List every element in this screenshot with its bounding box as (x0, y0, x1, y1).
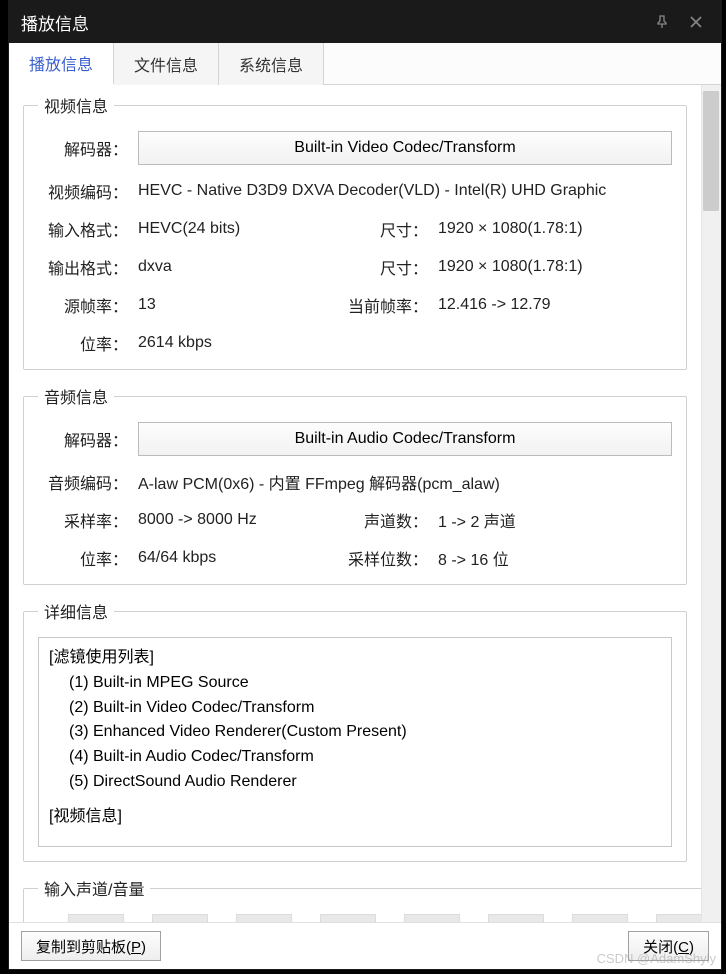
volume-meter (320, 914, 376, 922)
footer: 复制到剪贴板(P) 关闭(C) (9, 922, 721, 969)
video-decoder-label: 解码器 (38, 136, 128, 160)
detail-header: [滤镜使用列表] (49, 646, 661, 671)
volume-group: 输入声道/音量 (23, 876, 701, 922)
video-input-format-value: HEVC(24 bits) (138, 220, 338, 238)
audio-bitdepth-value: 8 -> 16 位 (438, 546, 638, 570)
video-info-group: 视频信息 解码器 Built-in Video Codec/Transform … (23, 93, 687, 370)
playback-info-window: 播放信息 播放信息 文件信息 系统信息 视频信息 解码器 Built-in Vi… (8, 0, 722, 970)
audio-channels-value: 1 -> 2 声道 (438, 508, 638, 532)
audio-samplerate-label: 采样率 (38, 508, 128, 532)
volume-legend: 输入声道/音量 (38, 876, 150, 900)
audio-bitrate-label: 位率 (38, 546, 128, 570)
video-output-format-label: 输出格式 (38, 255, 128, 279)
scrollbar-thumb[interactable] (703, 91, 719, 211)
video-srcfps-value: 13 (138, 296, 338, 314)
video-input-size-label: 尺寸 (338, 217, 428, 241)
video-output-format-value: dxva (138, 258, 338, 276)
volume-meters (38, 910, 701, 922)
video-legend: 视频信息 (38, 93, 114, 117)
titlebar: 播放信息 (9, 1, 721, 43)
copy-clipboard-button[interactable]: 复制到剪贴板(P) (21, 931, 161, 961)
volume-meter (656, 914, 701, 922)
video-curfps-label: 当前帧率 (338, 293, 428, 317)
video-decoder-button[interactable]: Built-in Video Codec/Transform (138, 131, 672, 165)
video-curfps-value: 12.416 -> 12.79 (438, 296, 638, 314)
tab-playback[interactable]: 播放信息 (9, 43, 114, 85)
volume-meter (152, 914, 208, 922)
video-output-size-value: 1920 × 1080(1.78:1) (438, 258, 638, 276)
video-bitrate-value: 2614 kbps (138, 334, 672, 352)
tab-system[interactable]: 系统信息 (219, 43, 324, 85)
detail-textbox[interactable]: [滤镜使用列表] (1) Built-in MPEG Source (2) Bu… (38, 637, 672, 847)
audio-bitrate-value: 64/64 kbps (138, 549, 338, 567)
tab-bar: 播放信息 文件信息 系统信息 (9, 43, 721, 85)
video-input-format-label: 输入格式 (38, 217, 128, 241)
detail-legend: 详细信息 (38, 599, 114, 623)
pin-icon[interactable] (649, 9, 675, 35)
video-input-size-value: 1920 × 1080(1.78:1) (438, 220, 638, 238)
video-bitrate-label: 位率 (38, 331, 128, 355)
volume-meter (572, 914, 628, 922)
volume-meter (68, 914, 124, 922)
audio-encoding-label: 音频编码 (38, 470, 128, 494)
video-output-size-label: 尺寸 (338, 255, 428, 279)
audio-legend: 音频信息 (38, 384, 114, 408)
close-button[interactable]: 关闭(C) (628, 931, 709, 961)
audio-info-group: 音频信息 解码器 Built-in Audio Codec/Transform … (23, 384, 687, 585)
detail-item: (1) Built-in MPEG Source (49, 671, 661, 696)
audio-channels-label: 声道数 (338, 508, 428, 532)
detail-item: (3) Enhanced Video Renderer(Custom Prese… (49, 720, 661, 745)
detail-info-group: 详细信息 [滤镜使用列表] (1) Built-in MPEG Source (… (23, 599, 687, 862)
video-srcfps-label: 源帧率 (38, 293, 128, 317)
window-title: 播放信息 (21, 10, 641, 35)
detail-item: (5) DirectSound Audio Renderer (49, 770, 661, 795)
volume-meter (236, 914, 292, 922)
audio-bitdepth-label: 采样位数 (338, 546, 428, 570)
scrollbar-track[interactable] (701, 85, 721, 922)
audio-decoder-button[interactable]: Built-in Audio Codec/Transform (138, 422, 672, 456)
audio-samplerate-value: 8000 -> 8000 Hz (138, 511, 338, 529)
close-icon[interactable] (683, 9, 709, 35)
video-encoding-value: HEVC - Native D3D9 DXVA Decoder(VLD) - I… (138, 182, 672, 200)
audio-decoder-label: 解码器 (38, 427, 128, 451)
volume-meter (488, 914, 544, 922)
volume-meter (404, 914, 460, 922)
audio-encoding-value: A-law PCM(0x6) - 内置 FFmpeg 解码器(pcm_alaw) (138, 470, 672, 494)
detail-item: (4) Built-in Audio Codec/Transform (49, 745, 661, 770)
video-encoding-label: 视频编码 (38, 179, 128, 203)
tab-file[interactable]: 文件信息 (114, 43, 219, 85)
detail-trailer: [视频信息] (49, 805, 661, 830)
detail-item: (2) Built-in Video Codec/Transform (49, 696, 661, 721)
